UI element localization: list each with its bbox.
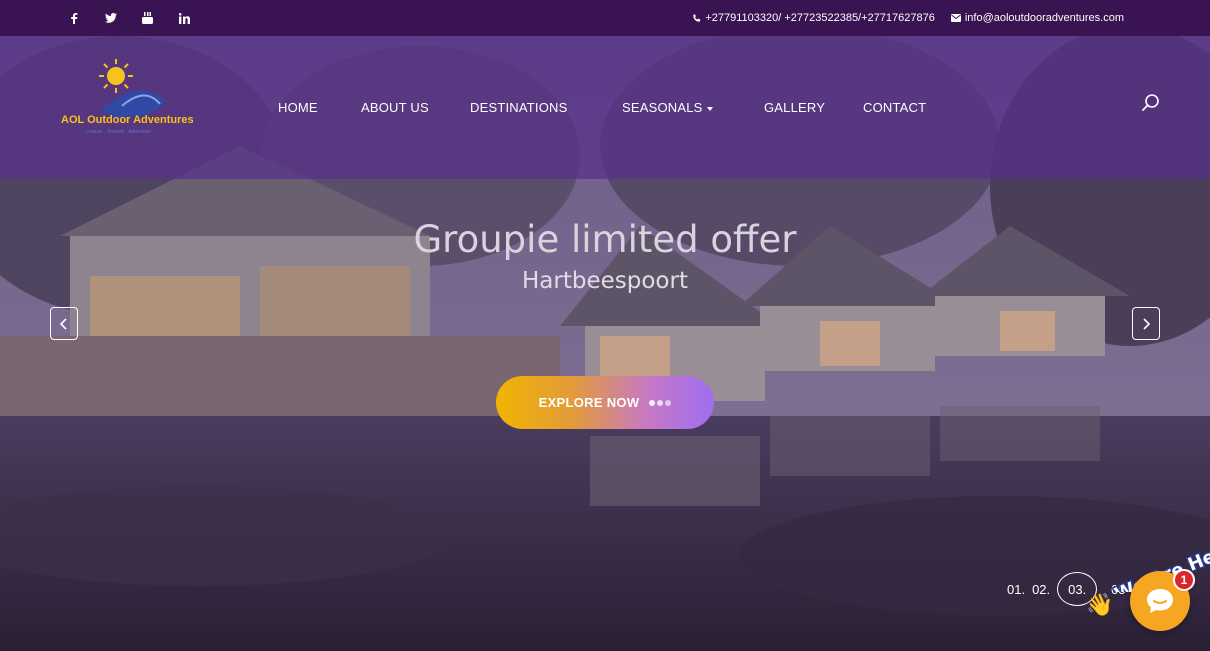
explore-now-label: EXPLORE NOW	[538, 395, 640, 410]
slider-prev-button[interactable]	[50, 307, 78, 340]
chevron-left-icon	[60, 317, 67, 330]
logo-tagline: Leisure · Tourism · Adventure	[86, 129, 152, 135]
notification-badge: 1	[1173, 569, 1195, 591]
search-button[interactable]	[1141, 93, 1163, 115]
social-links	[55, 0, 203, 36]
facebook-icon[interactable]	[55, 0, 92, 36]
nav-seasonals[interactable]: SEASONALS	[622, 100, 713, 115]
email-address: info@aoloutdooradventures.com	[964, 12, 1124, 24]
slider-next-button[interactable]	[1132, 307, 1160, 340]
twitter-icon[interactable]	[92, 0, 129, 36]
youtube-icon[interactable]	[129, 0, 166, 36]
pager-item-02[interactable]: 02.	[1032, 582, 1050, 597]
logo-text: AOL Outdoor Adventures	[61, 114, 194, 126]
chat-icon	[1147, 589, 1173, 613]
nav-home[interactable]: HOME	[278, 100, 318, 115]
search-icon	[1142, 94, 1159, 111]
top-bar: +27791103320/ +27723522385/+27717627876 …	[0, 0, 1210, 36]
logo[interactable]: AOL Outdoor Adventures Leisure · Tourism…	[60, 56, 195, 156]
site-header: AOL Outdoor Adventures Leisure · Tourism…	[0, 36, 1210, 179]
nav-contact[interactable]: CONTACT	[863, 100, 926, 115]
nav-about-us[interactable]: ABOUT US	[361, 100, 429, 115]
phone-numbers: +27791103320/ +27723522385/+27717627876	[705, 12, 935, 24]
hero-subtitle: Hartbeespoort	[522, 268, 688, 294]
contact-info: +27791103320/ +27723522385/+27717627876 …	[692, 0, 1124, 36]
email-info[interactable]: info@aoloutdooradventures.com	[950, 12, 1124, 24]
pager-item-01[interactable]: 01.	[1007, 582, 1025, 597]
dots-icon	[649, 399, 672, 406]
caret-down-icon	[706, 106, 713, 111]
envelope-icon	[950, 14, 961, 22]
nav-seasonals-label: SEASONALS	[622, 100, 703, 115]
phone-info[interactable]: +27791103320/ +27723522385/+27717627876	[692, 12, 935, 24]
phone-icon	[693, 13, 701, 22]
hero-title: Groupie limited offer	[413, 218, 797, 261]
nav-destinations[interactable]: DESTINATIONS	[470, 100, 568, 115]
linkedin-icon[interactable]	[166, 0, 203, 36]
nav-gallery[interactable]: GALLERY	[764, 100, 825, 115]
chevron-right-icon	[1143, 317, 1150, 330]
explore-now-button[interactable]: EXPLORE NOW	[496, 376, 714, 429]
waving-hand-icon: 👋	[1086, 592, 1114, 617]
